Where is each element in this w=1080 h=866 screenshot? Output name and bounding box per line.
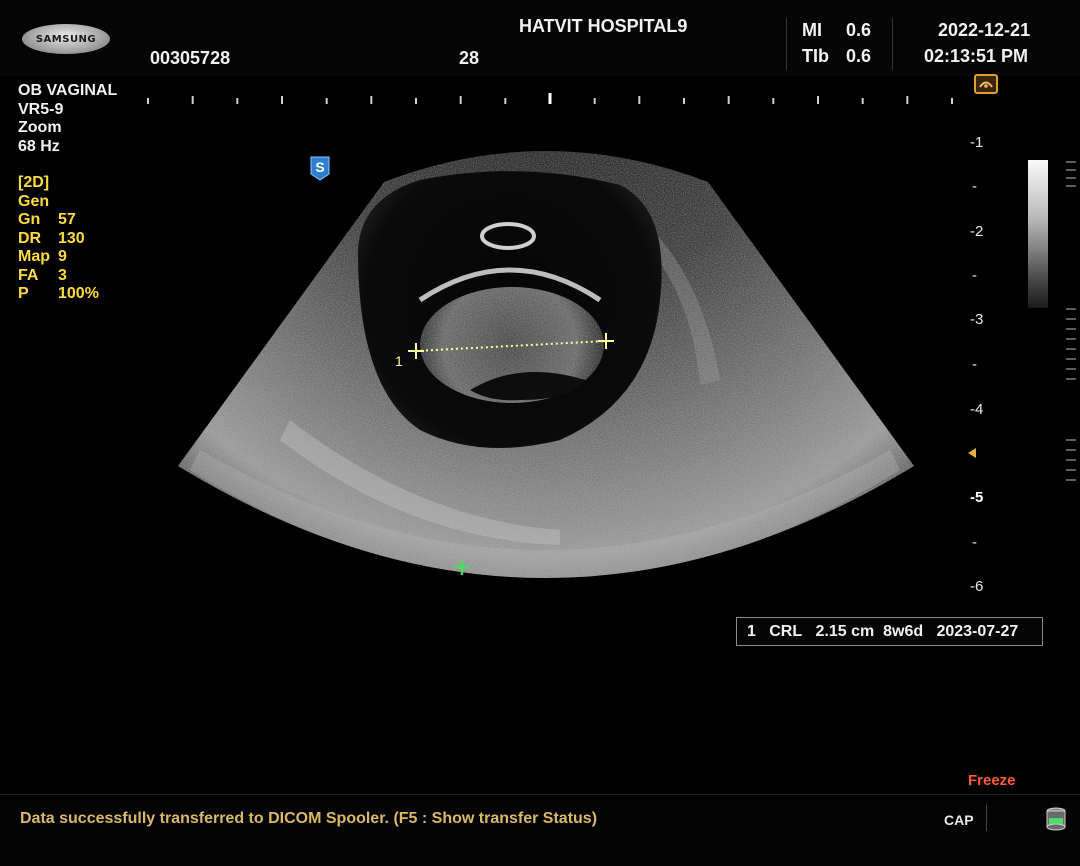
measurement-index: 1 <box>747 623 756 640</box>
measurement-result-box[interactable]: 1 CRL 2.15 cm 8w6d 2023-07-27 <box>736 617 1043 646</box>
patient-id: 00305728 <box>150 48 231 68</box>
probe-orientation-icon <box>974 74 998 94</box>
fa-value: 3 <box>58 266 67 284</box>
gen-indicator: Gen <box>18 192 50 210</box>
power-value: 100% <box>58 285 99 302</box>
scan-sector <box>178 151 914 578</box>
depth-label: - <box>972 267 977 284</box>
preset-name: OB VAGINAL <box>18 82 118 99</box>
orientation-marker-icon: S <box>310 156 330 181</box>
dynamic-range-row: DR 130 <box>18 230 117 249</box>
measurement-type: CRL <box>769 623 803 640</box>
orientation-marker-label: S <box>315 159 324 175</box>
grayscale-bar <box>1028 160 1048 308</box>
estimated-due-date: 2023-07-27 <box>936 623 1019 640</box>
side-scale-marks <box>1066 439 1076 481</box>
gestational-age: 8w6d <box>883 623 924 640</box>
status-bar: Data successfully transferred to DICOM S… <box>0 794 1080 866</box>
gain-label: Gn <box>18 211 41 228</box>
mode-indicator: [2D] <box>18 174 50 191</box>
depth-label: -1 <box>970 134 984 151</box>
zoom-indicator: Zoom <box>18 119 62 136</box>
side-scale-marks <box>1066 161 1076 187</box>
power-label: P <box>18 285 29 302</box>
depth-label: - <box>972 178 977 195</box>
header-divider <box>892 18 893 70</box>
focal-zone-marker-icon[interactable] <box>966 447 978 459</box>
probe-name: VR5-9 <box>18 100 64 118</box>
logo-text: SAMSUNG <box>35 33 97 45</box>
exam-time: 02:13:51 PM <box>924 46 1029 66</box>
samsung-logo: SAMSUNG <box>22 24 110 54</box>
status-message: Data successfully transferred to DICOM S… <box>20 810 598 827</box>
ultrasound-image-area: 1 <box>178 151 914 578</box>
frame-number: 28 <box>459 48 480 68</box>
caps-lock-indicator: CAP <box>944 812 974 828</box>
measurement-value: 2.15 cm <box>815 623 875 640</box>
depth-label: -5 <box>970 489 984 506</box>
fa-row: FA 3 <box>18 267 117 286</box>
map-row: Map 9 <box>18 248 117 267</box>
institution-name: HATVIT HOSPITAL9 <box>519 16 688 36</box>
dr-label: DR <box>18 229 42 247</box>
frame-rate: 68 Hz <box>18 137 60 155</box>
power-row: P 100% <box>18 285 117 304</box>
depth-label: -2 <box>970 223 984 240</box>
tib-value: 0.6 <box>846 46 872 66</box>
tib-label: TIb <box>802 46 829 66</box>
imaging-parameters-panel: OB VAGINAL VR5-9 Zoom 68 Hz [2D] Gen Gn 5… <box>18 82 117 304</box>
depth-label: - <box>972 534 977 551</box>
header-divider <box>786 18 787 70</box>
depth-label: - <box>972 356 977 373</box>
mi-value: 0.6 <box>846 20 872 40</box>
exam-date: 2022-12-21 <box>938 20 1031 40</box>
caliper-label: 1 <box>395 353 403 369</box>
map-value: 9 <box>58 248 67 265</box>
map-label: Map <box>18 248 50 265</box>
storage-icon[interactable] <box>1046 807 1066 831</box>
ultrasound-screen: 1 SAMSUNG 00305728 28 HATVIT HOSPITAL9 M… <box>0 0 1080 866</box>
status-divider <box>986 805 987 831</box>
depth-label: -4 <box>970 401 984 418</box>
freeze-indicator: Freeze <box>968 772 1016 789</box>
mi-label: MI <box>802 20 822 40</box>
depth-label: -6 <box>970 578 984 595</box>
depth-label: -3 <box>970 311 984 328</box>
gain-value: 57 <box>58 211 76 228</box>
dr-value: 130 <box>58 229 85 247</box>
fa-label: FA <box>18 266 39 284</box>
header-bar: SAMSUNG 00305728 28 HATVIT HOSPITAL9 MI … <box>0 0 1080 76</box>
gain-row: Gn 57 <box>18 211 117 230</box>
side-scale-marks <box>1066 308 1076 380</box>
